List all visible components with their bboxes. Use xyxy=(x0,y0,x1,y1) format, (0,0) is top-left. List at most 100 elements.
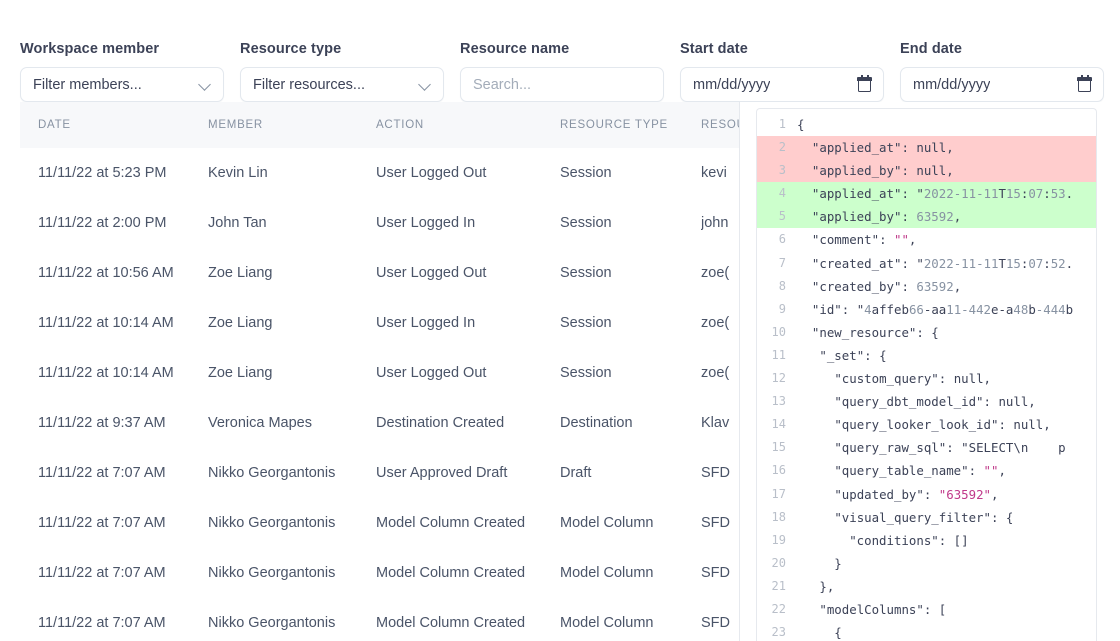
table-cell: SFD xyxy=(701,448,740,498)
resource-type-select[interactable]: Filter resources... xyxy=(240,67,444,102)
line-number: 8 xyxy=(757,275,795,298)
json-diff-lines: 1{2 "applied_at": null,3 "applied_by": n… xyxy=(757,109,1096,641)
table-cell: John Tan xyxy=(208,198,376,248)
chevron-down-icon xyxy=(199,79,211,91)
workspace-member-select[interactable]: Filter members... xyxy=(20,67,224,102)
line-source: "applied_by": 63592, xyxy=(795,205,1096,228)
json-diff-line: 10 "new_resource": { xyxy=(757,321,1096,344)
table-cell: Nikko Georgantonis xyxy=(208,448,376,498)
table-column-header: ACTION xyxy=(376,102,560,148)
line-number: 5 xyxy=(757,205,795,228)
line-number: 15 xyxy=(757,436,795,459)
calendar-icon[interactable] xyxy=(1078,78,1091,92)
table-cell: john xyxy=(701,198,740,248)
table-cell: Klav xyxy=(701,398,740,448)
table-cell: User Logged Out xyxy=(376,348,560,398)
calendar-icon[interactable] xyxy=(858,78,871,92)
filter-label-end-date: End date xyxy=(900,40,1104,58)
table-header: DATEMEMBERACTIONRESOURCE TYPERESOURCE NA… xyxy=(20,102,740,148)
table-cell: zoe( xyxy=(701,248,740,298)
table-row[interactable]: 11/11/22 at 2:00 PMJohn TanUser Logged I… xyxy=(20,198,740,248)
json-diff-line: 20 } xyxy=(757,552,1096,575)
json-diff-line: 21 }, xyxy=(757,575,1096,598)
line-source: "query_table_name": "", xyxy=(795,459,1096,482)
table-cell: Model Column xyxy=(560,598,701,641)
line-source: "applied_by": null, xyxy=(795,159,1096,182)
line-number: 17 xyxy=(757,483,795,506)
table-row[interactable]: 11/11/22 at 10:14 AMZoe LiangUser Logged… xyxy=(20,298,740,348)
line-source: "id": "4affeb66-aa11-442e-a48b-444b xyxy=(795,298,1096,321)
json-diff-line: 17 "updated_by": "63592", xyxy=(757,483,1096,506)
line-number: 22 xyxy=(757,598,795,621)
table-row[interactable]: 11/11/22 at 7:07 AMNikko GeorgantonisMod… xyxy=(20,498,740,548)
filter-label-start-date: Start date xyxy=(680,40,884,58)
table-cell: Session xyxy=(560,298,701,348)
line-number: 10 xyxy=(757,321,795,344)
table-cell: Session xyxy=(560,248,701,298)
content-split: DATEMEMBERACTIONRESOURCE TYPERESOURCE NA… xyxy=(0,102,1120,641)
table-cell: Model Column xyxy=(560,498,701,548)
line-number: 19 xyxy=(757,529,795,552)
json-diff-line: 7 "created_at": "2022-11-11T15:07:52. xyxy=(757,252,1096,275)
table-row[interactable]: 11/11/22 at 10:56 AMZoe LiangUser Logged… xyxy=(20,248,740,298)
table-row[interactable]: 11/11/22 at 7:07 AMNikko GeorgantonisUse… xyxy=(20,448,740,498)
table-cell: 11/11/22 at 10:14 AM xyxy=(20,298,208,348)
table-row[interactable]: 11/11/22 at 10:14 AMZoe LiangUser Logged… xyxy=(20,348,740,398)
line-source: "created_by": 63592, xyxy=(795,275,1096,298)
line-source: "applied_at": null, xyxy=(795,136,1096,159)
filter-resource-type: Resource type Filter resources... xyxy=(240,40,444,102)
json-diff-line: 14 "query_looker_look_id": null, xyxy=(757,413,1096,436)
line-number: 23 xyxy=(757,621,795,641)
json-diff-line: 12 "custom_query": null, xyxy=(757,367,1096,390)
table-cell: kevi xyxy=(701,148,740,198)
table-cell: 11/11/22 at 10:14 AM xyxy=(20,348,208,398)
json-diff-line: 16 "query_table_name": "", xyxy=(757,459,1096,482)
table-cell: User Approved Draft xyxy=(376,448,560,498)
end-date-input[interactable]: mm/dd/yyyy xyxy=(900,67,1104,102)
json-diff-viewer[interactable]: 1{2 "applied_at": null,3 "applied_by": n… xyxy=(756,108,1097,641)
json-diff-line: 9 "id": "4affeb66-aa11-442e-a48b-444b xyxy=(757,298,1096,321)
table-cell: Session xyxy=(560,148,701,198)
json-diff-line: 4 "applied_at": "2022-11-11T15:07:53. xyxy=(757,182,1096,205)
table-cell: Destination Created xyxy=(376,398,560,448)
table-cell: SFD xyxy=(701,498,740,548)
line-number: 14 xyxy=(757,413,795,436)
line-number: 9 xyxy=(757,298,795,321)
line-source: "applied_at": "2022-11-11T15:07:53. xyxy=(795,182,1096,205)
filter-resource-name: Resource name Search... xyxy=(460,40,664,102)
table-row[interactable]: 11/11/22 at 9:37 AMVeronica MapesDestina… xyxy=(20,398,740,448)
start-date-value: mm/dd/yyyy xyxy=(693,77,770,93)
line-source: }, xyxy=(795,575,1096,598)
table-row[interactable]: 11/11/22 at 5:23 PMKevin LinUser Logged … xyxy=(20,148,740,198)
json-diff-line: 8 "created_by": 63592, xyxy=(757,275,1096,298)
table-cell: Destination xyxy=(560,398,701,448)
json-diff-line: 23 { xyxy=(757,621,1096,641)
table-row[interactable]: 11/11/22 at 7:07 AMNikko Georgantonis Mod… xyxy=(20,548,740,598)
line-source: "created_at": "2022-11-11T15:07:52. xyxy=(795,252,1096,275)
table-cell: Model Column xyxy=(560,548,701,598)
filter-label-resource-type: Resource type xyxy=(240,40,444,58)
start-date-input[interactable]: mm/dd/yyyy xyxy=(680,67,884,102)
table-cell: 11/11/22 at 7:07 AM xyxy=(20,448,208,498)
filter-label-workspace-member: Workspace member xyxy=(20,40,224,58)
resource-name-search-wrapper[interactable]: Search... xyxy=(460,67,664,102)
table-cell: Model Column Created xyxy=(376,598,560,641)
table-row[interactable]: 11/11/22 at 7:07 AMNikko GeorgantonisMod… xyxy=(20,598,740,641)
table-header-row: DATEMEMBERACTIONRESOURCE TYPERESOURCE NA… xyxy=(20,102,740,148)
table-cell: Draft xyxy=(560,448,701,498)
line-number: 7 xyxy=(757,252,795,275)
json-diff-line: 19 "conditions": [] xyxy=(757,529,1096,552)
audit-log-table: DATEMEMBERACTIONRESOURCE TYPERESOURCE NA… xyxy=(20,102,740,641)
json-diff-line: 11 "_set": { xyxy=(757,344,1096,367)
table-body: 11/11/22 at 5:23 PMKevin LinUser Logged … xyxy=(20,148,740,641)
line-number: 2 xyxy=(757,136,795,159)
line-number: 13 xyxy=(757,390,795,413)
table-cell: Session xyxy=(560,198,701,248)
table-cell: zoe( xyxy=(701,348,740,398)
line-source: "comment": "", xyxy=(795,228,1096,251)
table-cell: User Logged In xyxy=(376,298,560,348)
resource-name-search-input[interactable]: Search... xyxy=(473,77,531,93)
table-cell: SFD xyxy=(701,598,740,641)
table-cell: Nikko Georgantonis xyxy=(208,548,376,598)
table-cell: 11/11/22 at 7:07 AM xyxy=(20,548,208,598)
